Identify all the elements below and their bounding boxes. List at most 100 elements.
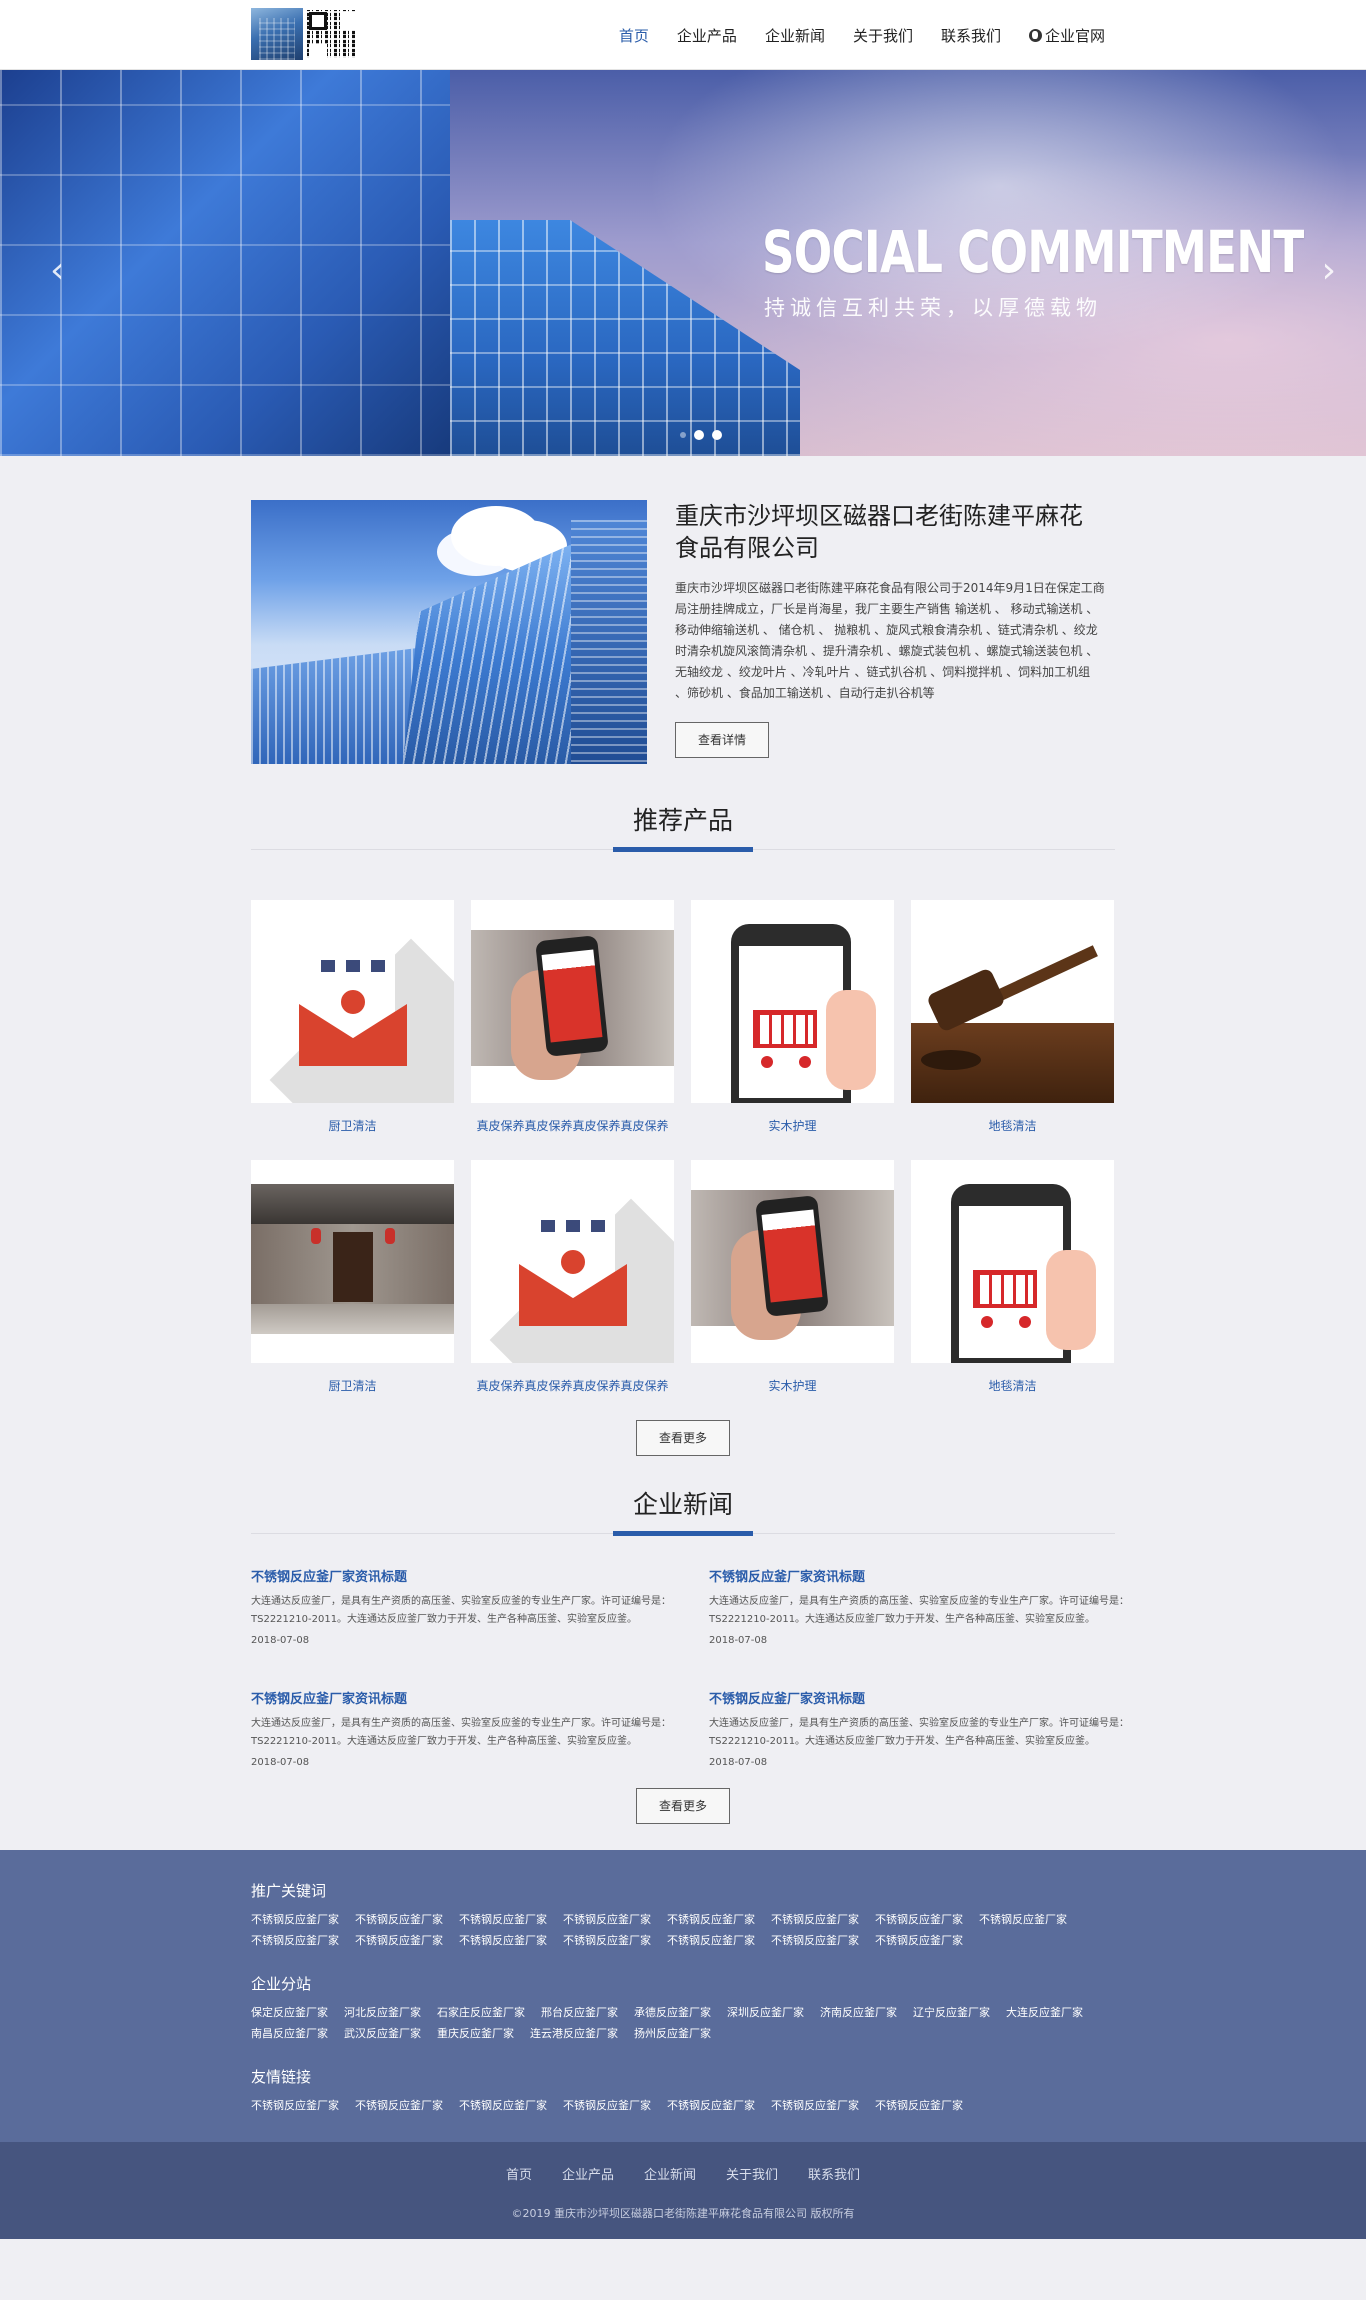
products-section-title: 推荐产品 (251, 796, 1115, 856)
footer-link[interactable]: 深圳反应釜厂家 (727, 2006, 804, 2019)
chevron-left-icon[interactable]: ‹ (50, 250, 64, 291)
product-grid: 厨卫清洁 真皮保养真皮保养真皮保养真皮保养 实木护理 地毯清洁 厨卫清洁 真皮保… (251, 900, 1115, 1420)
footer-link[interactable]: 不锈钢反应釜厂家 (771, 1934, 859, 1947)
nav-item-official[interactable]: 企业官网 (1028, 25, 1105, 46)
news-date: 2018-07-08 (251, 1635, 310, 1646)
footer-link[interactable]: 重庆反应釜厂家 (437, 2027, 514, 2040)
footer-link[interactable]: 不锈钢反应釜厂家 (459, 1934, 547, 1947)
footer-nav-home[interactable]: 首页 (506, 2164, 532, 2183)
product-name: 实木护理 (768, 1379, 817, 1393)
footer-link[interactable]: 不锈钢反应釜厂家 (875, 1913, 963, 1926)
globe-icon (1028, 28, 1042, 42)
news-more-button[interactable]: 查看更多 (635, 1788, 730, 1824)
product-card[interactable]: 厨卫清洁 (251, 900, 454, 1160)
products-heading: 推荐产品 (632, 806, 733, 835)
nav-item-home[interactable]: 首页 (619, 25, 649, 46)
footer-link[interactable]: 大连反应釜厂家 (1006, 2006, 1083, 2019)
product-card[interactable]: 实木护理 (691, 1160, 894, 1420)
footer-link[interactable]: 不锈钢反应釜厂家 (355, 1913, 443, 1926)
carousel-dot[interactable] (712, 430, 722, 440)
banner-building-left (0, 70, 450, 456)
footer-link[interactable]: 扬州反应釜厂家 (634, 2027, 711, 2040)
nav-item-about[interactable]: 关于我们 (853, 25, 913, 46)
news-title[interactable]: 不锈钢反应釜厂家资讯标题 (709, 1688, 1129, 1707)
footer-nav-news[interactable]: 企业新闻 (644, 2164, 696, 2183)
company-description: 重庆市沙坪坝区磁器口老街陈建平麻花食品有限公司于2014年9月1日在保定工商局注… (675, 581, 1105, 700)
news-title[interactable]: 不锈钢反应釜厂家资讯标题 (251, 1688, 671, 1707)
footer-link[interactable]: 不锈钢反应釜厂家 (355, 2099, 443, 2112)
news-summary: 大连通达反应釜厂，是具有生产资质的高压釜、实验室反应釜的专业生产厂家。许可证编号… (251, 1718, 671, 1747)
news-title[interactable]: 不锈钢反应釜厂家资讯标题 (251, 1566, 671, 1585)
news-item: 不锈钢反应釜厂家资讯标题 大连通达反应釜厂，是具有生产资质的高压釜、实验室反应釜… (251, 1566, 671, 1646)
footer-link[interactable]: 不锈钢反应釜厂家 (979, 1913, 1067, 1926)
product-image (251, 1160, 454, 1363)
product-image (471, 1160, 674, 1363)
product-card[interactable]: 厨卫清洁 (251, 1160, 454, 1420)
news-date: 2018-07-08 (709, 1757, 768, 1768)
carousel-dot[interactable] (694, 430, 704, 440)
footer-link[interactable]: 不锈钢反应釜厂家 (667, 1913, 755, 1926)
footer-link[interactable]: 不锈钢反应釜厂家 (667, 1934, 755, 1947)
nav-item-news[interactable]: 企业新闻 (765, 25, 825, 46)
view-details-button[interactable]: 查看详情 (675, 722, 770, 758)
footer-link[interactable]: 连云港反应釜厂家 (530, 2027, 618, 2040)
product-card[interactable]: 真皮保养真皮保养真皮保养真皮保养 (471, 900, 674, 1160)
footer-link[interactable]: 不锈钢反应釜厂家 (355, 1934, 443, 1947)
product-image (471, 900, 674, 1103)
footer-link[interactable]: 不锈钢反应釜厂家 (563, 1934, 651, 1947)
footer-link[interactable]: 不锈钢反应釜厂家 (563, 2099, 651, 2112)
footer-link[interactable]: 承德反应釜厂家 (634, 2006, 711, 2019)
footer-link[interactable]: 河北反应釜厂家 (344, 2006, 421, 2019)
footer-nav-about[interactable]: 关于我们 (726, 2164, 778, 2183)
news-item: 不锈钢反应釜厂家资讯标题 大连通达反应釜厂，是具有生产资质的高压釜、实验室反应釜… (709, 1566, 1129, 1646)
news-item: 不锈钢反应釜厂家资讯标题 大连通达反应釜厂，是具有生产资质的高压釜、实验室反应釜… (709, 1688, 1129, 1768)
chevron-right-icon[interactable]: › (1322, 250, 1336, 291)
footer-link[interactable]: 保定反应釜厂家 (251, 2006, 328, 2019)
company-title: 重庆市沙坪坝区磁器口老街陈建平麻花食品有限公司 (675, 502, 1083, 562)
footer-link[interactable]: 不锈钢反应釜厂家 (459, 2099, 547, 2112)
footer-link[interactable]: 辽宁反应釜厂家 (913, 2006, 990, 2019)
nav-item-contact[interactable]: 联系我们 (941, 25, 1001, 46)
news-title[interactable]: 不锈钢反应釜厂家资讯标题 (709, 1566, 1129, 1585)
product-card[interactable]: 实木护理 (691, 900, 894, 1160)
friends-links: 不锈钢反应釜厂家 不锈钢反应釜厂家 不锈钢反应釜厂家 不锈钢反应釜厂家 不锈钢反应釜厂家… (251, 2095, 1115, 2116)
news-section: 企业新闻 不锈钢反应釜厂家资讯标题 大连通达反应釜厂，是具有生产资质的高压釜、实… (251, 1480, 1129, 1824)
footer-link[interactable]: 邢台反应釜厂家 (541, 2006, 618, 2019)
product-card[interactable]: 真皮保养真皮保养真皮保养真皮保养 (471, 1160, 674, 1420)
footer-link[interactable]: 不锈钢反应釜厂家 (875, 2099, 963, 2112)
logo[interactable] (251, 8, 355, 60)
product-name: 真皮保养真皮保养真皮保养真皮保养 (476, 1379, 669, 1393)
product-card[interactable]: 地毯清洁 (911, 900, 1114, 1160)
footer-link[interactable]: 不锈钢反应釜厂家 (251, 1913, 339, 1926)
products-more-button[interactable]: 查看更多 (635, 1420, 730, 1456)
footer-link[interactable]: 不锈钢反应釜厂家 (563, 1913, 651, 1926)
footer-nav-contact[interactable]: 联系我们 (808, 2164, 860, 2183)
footer-link[interactable]: 济南反应釜厂家 (820, 2006, 897, 2019)
copyright: ©2019 重庆市沙坪坝区磁器口老街陈建平麻花食品有限公司 版权所有 (511, 2207, 855, 2220)
product-image (691, 1160, 894, 1363)
footer-link[interactable]: 不锈钢反应釜厂家 (251, 2099, 339, 2112)
news-heading: 企业新闻 (632, 1490, 733, 1519)
official-label: 企业官网 (1044, 26, 1105, 45)
footer-link[interactable]: 不锈钢反应釜厂家 (771, 2099, 859, 2112)
product-card[interactable]: 地毯清洁 (911, 1160, 1114, 1420)
footer-link[interactable]: 不锈钢反应釜厂家 (459, 1913, 547, 1926)
footer-link[interactable]: 不锈钢反应釜厂家 (667, 2099, 755, 2112)
banner-title: SOCIAL COMMITMENT (762, 218, 1304, 286)
footer-nav: 首页 企业产品 企业新闻 关于我们 联系我们 (0, 2164, 1366, 2183)
footer-nav-products[interactable]: 企业产品 (562, 2164, 614, 2183)
footer-link[interactable]: 不锈钢反应釜厂家 (771, 1913, 859, 1926)
footer-link[interactable]: 石家庄反应釜厂家 (437, 2006, 525, 2019)
main-nav: 首页 企业产品 企业新闻 关于我们 联系我们 企业官网 (619, 0, 1105, 70)
footer-link[interactable]: 南昌反应釜厂家 (251, 2027, 328, 2040)
footer-link[interactable]: 武汉反应釜厂家 (344, 2027, 421, 2040)
carousel-dot[interactable] (680, 432, 686, 438)
products-section: 推荐产品 厨卫清洁 真皮保养真皮保养真皮保养真皮保养 实木护理 地毯清洁 厨卫清… (251, 796, 1115, 1456)
nav-item-products[interactable]: 企业产品 (677, 25, 737, 46)
footer-link[interactable]: 不锈钢反应釜厂家 (875, 1934, 963, 1947)
qr-code-image (307, 10, 355, 58)
footer-link[interactable]: 不锈钢反应釜厂家 (251, 1934, 339, 1947)
product-name: 厨卫清洁 (328, 1379, 377, 1393)
news-list: 不锈钢反应釜厂家资讯标题 大连通达反应釜厂，是具有生产资质的高压釜、实验室反应釜… (251, 1566, 1129, 1768)
news-section-title: 企业新闻 (251, 1480, 1115, 1540)
